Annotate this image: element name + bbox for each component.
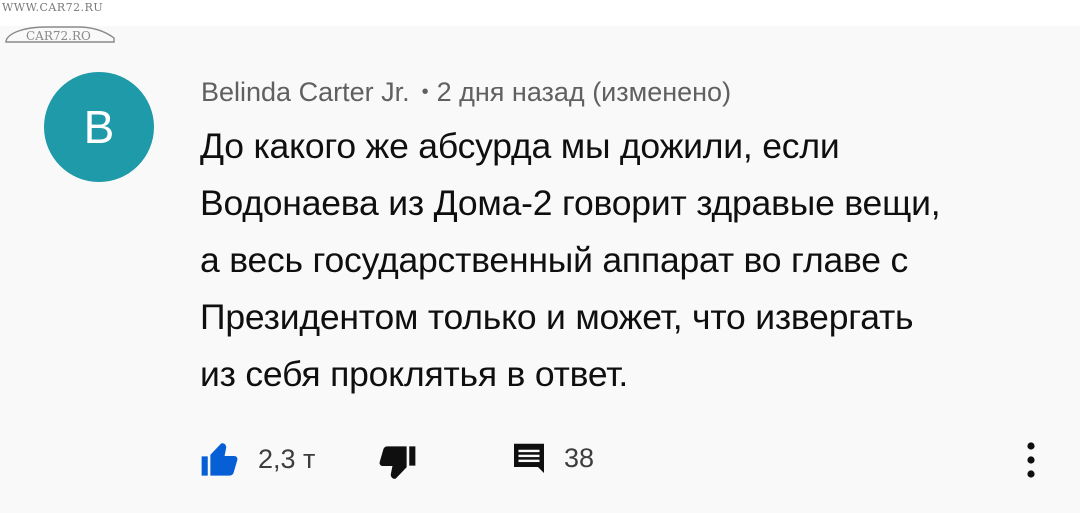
watermark: WWW.CAR72.RU CAR72.RO: [2, 0, 132, 50]
comment-icon: [514, 443, 544, 473]
thumbs-down-icon: [379, 446, 416, 479]
thumbs-up-icon: [201, 443, 238, 476]
avatar-letter: B: [83, 101, 115, 153]
dislike-button[interactable]: [376, 442, 418, 484]
reply-button[interactable]: 38: [511, 440, 594, 476]
comment-text-line: а весь государственный аппарат во главе …: [200, 240, 909, 280]
avatar[interactable]: B: [44, 72, 154, 182]
like-count: 2,3 т: [258, 443, 316, 474]
comment-text-line: из себя проклятья в ответ.: [200, 354, 629, 394]
comment-text-line: Президентом только и может, что извергат…: [200, 297, 914, 337]
comment-text-line: Водонаева из Дома-2 говорит здравые вещи…: [200, 183, 941, 223]
comment-text-line: До какого же абсурда мы дожили, если: [200, 126, 840, 166]
comment-timestamp[interactable]: 2 дня назад (изменено): [437, 77, 731, 107]
comment-actions: 2,3 т 38: [0, 430, 1080, 490]
reply-count: 38: [564, 442, 595, 473]
top-bar: [0, 0, 1080, 26]
meta-separator: •: [421, 81, 429, 103]
more-options-button[interactable]: [1016, 437, 1046, 483]
more-vert-icon: [1027, 442, 1035, 478]
watermark-car-logo-icon: CAR72.RO: [5, 26, 115, 43]
like-button[interactable]: 2,3 т: [199, 438, 315, 480]
comment-meta: Belinda Carter Jr. • 2 дня назад (изменено…: [201, 76, 731, 108]
watermark-logo-text: CAR72.RO: [26, 29, 91, 43]
watermark-site-url: WWW.CAR72.RU: [2, 1, 104, 14]
comment-text: До какого же абсурда мы дожили, если Вод…: [200, 118, 1060, 403]
author-name[interactable]: Belinda Carter Jr.: [201, 77, 410, 107]
